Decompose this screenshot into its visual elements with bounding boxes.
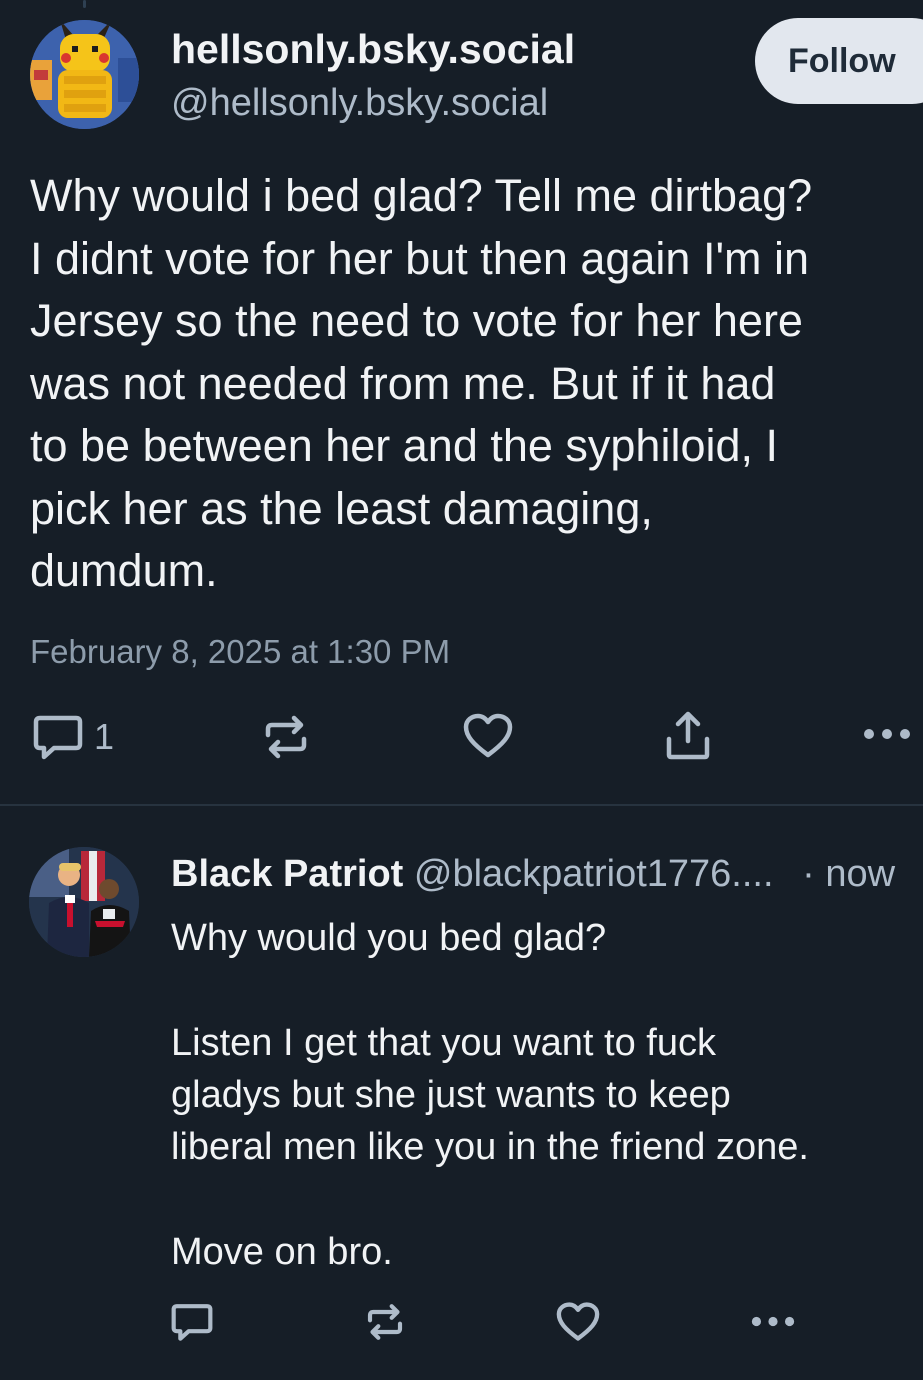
reply-actions-bar bbox=[0, 1298, 923, 1348]
post-actions-bar: 1 bbox=[0, 705, 923, 769]
follow-button[interactable]: Follow bbox=[755, 18, 923, 104]
reply-icon bbox=[33, 715, 83, 760]
reply-time[interactable]: · now bbox=[802, 853, 895, 895]
reply-repost-button[interactable] bbox=[365, 1302, 405, 1342]
reply-text: Why would you bed glad? Listen I get tha… bbox=[171, 917, 809, 1273]
post-text: Why would i bed glad? Tell me dirtbag? I… bbox=[30, 170, 813, 596]
more-options-button[interactable] bbox=[862, 727, 912, 741]
reply-header: Black Patriot @blackpatriot1776.... · no… bbox=[171, 853, 923, 896]
more-icon bbox=[751, 1316, 795, 1327]
like-icon bbox=[463, 713, 513, 758]
divider bbox=[0, 804, 923, 806]
reply-button[interactable]: 1 bbox=[32, 713, 114, 761]
reply-like-button[interactable] bbox=[556, 1302, 600, 1342]
like-button[interactable] bbox=[463, 713, 513, 759]
reply-author-avatar[interactable] bbox=[29, 847, 139, 957]
reply-author-handle[interactable]: @blackpatriot1776.... bbox=[414, 853, 774, 895]
reply-more-options-button[interactable] bbox=[750, 1315, 796, 1328]
like-icon bbox=[556, 1302, 600, 1341]
share-button[interactable] bbox=[664, 711, 712, 761]
reply-author-name[interactable]: Black Patriot bbox=[171, 853, 403, 895]
author-avatar[interactable] bbox=[30, 20, 139, 129]
repost-icon bbox=[265, 715, 307, 759]
repost-icon bbox=[367, 1304, 403, 1340]
share-icon bbox=[666, 711, 710, 760]
reply-avatar-image bbox=[29, 847, 139, 957]
pikachu-avatar-image bbox=[30, 20, 139, 129]
author-handle[interactable]: @hellsonly.bsky.social bbox=[171, 82, 548, 125]
main-post: hellsonly.bsky.social @hellsonly.bsky.so… bbox=[0, 0, 923, 805]
more-icon bbox=[864, 729, 910, 739]
author-display-name[interactable]: hellsonly.bsky.social bbox=[171, 26, 575, 73]
reply-icon bbox=[171, 1304, 213, 1341]
post-timestamp[interactable]: February 8, 2025 at 1:30 PM bbox=[30, 633, 450, 671]
reply-count: 1 bbox=[94, 716, 115, 757]
repost-button[interactable] bbox=[262, 713, 310, 761]
reply-reply-button[interactable] bbox=[170, 1302, 214, 1342]
